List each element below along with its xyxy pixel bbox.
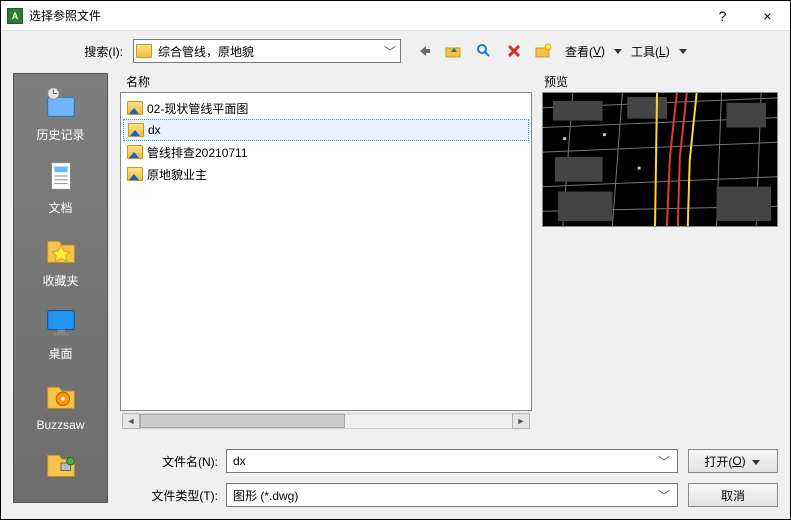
open-dropdown-icon[interactable] <box>746 454 762 468</box>
view-menu-button[interactable]: 查看(V) <box>559 39 611 63</box>
sidebar-item-favorites[interactable]: 收藏夹 <box>18 226 103 293</box>
preview-thumbnail: ■ ■ ■ <box>542 92 778 227</box>
dwg-file-icon <box>128 123 144 137</box>
filetype-label: 文件类型(T): <box>120 487 226 504</box>
close-button[interactable]: × <box>745 1 790 30</box>
sidebar-item-label: 桌面 <box>48 345 72 362</box>
file-row[interactable]: dx <box>123 119 529 141</box>
back-arrow-icon <box>416 44 432 58</box>
sidebar-item-label: Buzzsaw <box>36 418 84 432</box>
file-name: 原地貌业主 <box>147 166 207 183</box>
sidebar-item-ftp[interactable] <box>18 440 103 486</box>
window-title: 选择参照文件 <box>29 7 700 24</box>
scroll-left-icon[interactable]: ◄ <box>122 413 140 429</box>
open-button[interactable]: 打开(O) <box>688 449 778 473</box>
history-icon <box>40 84 82 122</box>
file-name: 02-现状管线平面图 <box>147 100 248 117</box>
cancel-button[interactable]: 取消 <box>688 483 778 507</box>
sidebar-item-buzzsaw[interactable]: Buzzsaw <box>18 372 103 436</box>
up-folder-button[interactable] <box>441 39 467 63</box>
filename-value: dx <box>233 454 657 468</box>
titlebar: A 选择参照文件 ? × <box>1 1 790 31</box>
folder-icon <box>136 44 152 58</box>
desktop-icon <box>40 303 82 341</box>
sidebar-item-desktop[interactable]: 桌面 <box>18 299 103 366</box>
dwg-file-icon <box>127 145 143 159</box>
buzzsaw-icon <box>40 376 82 414</box>
file-list-header[interactable]: 名称 <box>120 69 532 92</box>
preview-label: 预览 <box>542 69 778 92</box>
file-row[interactable]: 02-现状管线平面图 <box>123 97 529 119</box>
svg-text:■: ■ <box>563 136 567 142</box>
help-button[interactable]: ? <box>700 1 745 30</box>
file-row[interactable]: 原地貌业主 <box>123 163 529 185</box>
back-button[interactable] <box>411 39 437 63</box>
dwg-file-icon <box>127 167 143 181</box>
sidebar-item-documents[interactable]: 文档 <box>18 153 103 220</box>
up-folder-icon <box>445 43 463 59</box>
filename-input[interactable]: dx ﹀ <box>226 449 678 473</box>
delete-button[interactable] <box>501 39 527 63</box>
new-folder-icon <box>535 43 553 59</box>
file-list[interactable]: 02-现状管线平面图 dx 管线排查20210711 原地貌业主 <box>120 92 532 411</box>
sidebar-item-label: 历史记录 <box>36 126 84 143</box>
chevron-down-icon[interactable]: ﹀ <box>657 453 671 470</box>
file-name: dx <box>148 123 161 137</box>
sidebar-item-label: 收藏夹 <box>42 272 78 289</box>
dialog-window: A 选择参照文件 ? × 搜索(I): 综合管线，原地貌 ﹀ 查看(V) <box>0 0 791 520</box>
search-dropdown[interactable]: 综合管线，原地貌 ﹀ <box>133 39 401 63</box>
tools-menu-button[interactable]: 工具(L) <box>625 39 676 63</box>
favorites-icon <box>40 230 82 268</box>
search-web-button[interactable] <box>471 39 497 63</box>
dwg-file-icon <box>127 101 143 115</box>
scroll-track[interactable] <box>140 413 512 429</box>
filetype-value: 图形 (*.dwg) <box>233 487 657 504</box>
svg-text:■: ■ <box>602 132 606 138</box>
ftp-icon <box>40 444 82 482</box>
search-label: 搜索(I): <box>15 43 131 60</box>
search-value: 综合管线，原地貌 <box>158 43 382 60</box>
view-menu-dropdown-icon[interactable] <box>613 49 623 54</box>
chevron-down-icon[interactable]: ﹀ <box>657 487 671 504</box>
filename-label: 文件名(N): <box>120 453 226 470</box>
chevron-down-icon: ﹀ <box>382 43 398 60</box>
app-icon: A <box>7 8 23 24</box>
tools-menu-dropdown-icon[interactable] <box>678 49 688 54</box>
places-sidebar[interactable]: 历史记录 文档 收藏夹 桌面 <box>13 73 108 503</box>
search-icon <box>476 43 492 59</box>
horizontal-scrollbar[interactable]: ◄ ► <box>120 411 532 429</box>
scroll-right-icon[interactable]: ► <box>512 413 530 429</box>
scroll-thumb[interactable] <box>140 414 345 428</box>
sidebar-item-history[interactable]: 历史记录 <box>18 80 103 147</box>
filetype-dropdown[interactable]: 图形 (*.dwg) ﹀ <box>226 483 678 507</box>
file-row[interactable]: 管线排查20210711 <box>123 141 529 163</box>
file-name: 管线排查20210711 <box>147 144 248 161</box>
svg-text:■: ■ <box>637 166 641 172</box>
main-column: 名称 02-现状管线平面图 dx 管线排查20210711 原地貌业主 ◄ ► 预览 <box>120 69 778 507</box>
toolbar: 搜索(I): 综合管线，原地貌 ﹀ 查看(V) 工具(L) <box>1 31 790 69</box>
delete-x-icon <box>506 43 522 59</box>
dialog-body: 历史记录 文档 收藏夹 桌面 <box>1 69 790 517</box>
sidebar-item-label: 文档 <box>48 199 72 216</box>
documents-icon <box>40 157 82 195</box>
new-folder-button[interactable] <box>531 39 557 63</box>
